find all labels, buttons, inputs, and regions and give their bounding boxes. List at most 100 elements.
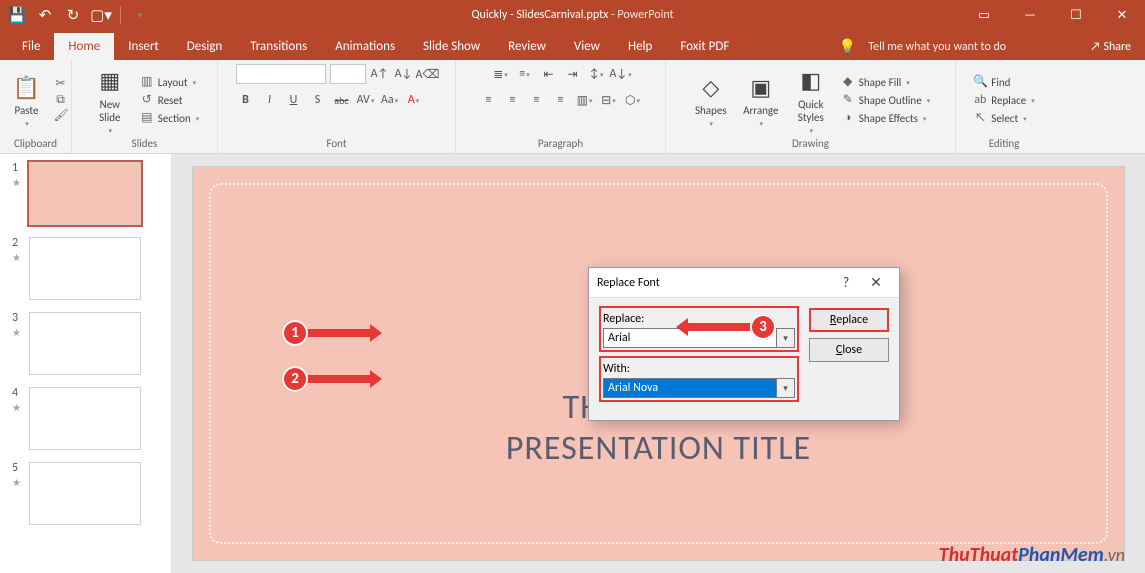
char-spacing-button[interactable]: AV▾ <box>356 90 376 110</box>
slide-stage: THIS IS YOURPRESENTATION TITLE Replace F… <box>172 154 1145 573</box>
quick-styles-button[interactable]: ◧Quick Styles▾ <box>788 66 834 135</box>
dialog-title: Replace Font <box>597 276 831 290</box>
replace-font-dialog: Replace Font ? ✕ Replace: Arial ▾ With: <box>588 267 900 421</box>
thumbnail-slide-3[interactable] <box>29 312 141 375</box>
start-from-beginning-icon[interactable]: ▢▾ <box>90 4 112 26</box>
tab-view[interactable]: View <box>560 33 614 60</box>
reset-button[interactable]: ↺Reset <box>137 92 202 108</box>
replace-button[interactable]: abReplace▾ <box>970 92 1037 108</box>
quick-styles-icon: ◧ <box>800 66 821 96</box>
thumbnail-slide-1[interactable] <box>29 162 141 225</box>
chevron-down-icon[interactable]: ▾ <box>777 328 795 348</box>
tab-review[interactable]: Review <box>494 33 560 60</box>
thumbnail-slide-5[interactable] <box>29 462 141 525</box>
tab-help[interactable]: Help <box>614 33 666 60</box>
shapes-icon: ◇ <box>702 72 719 102</box>
maximize-button[interactable]: ☐ <box>1053 0 1099 30</box>
align-right-icon[interactable]: ≡ <box>527 90 547 110</box>
group-font: A↑ A↓ A⌫ B I U S abc AV▾ Aa▾ A▾ Font <box>218 60 456 153</box>
select-icon: ↖ <box>973 111 987 125</box>
indent-inc-icon[interactable]: ⇥ <box>563 64 583 84</box>
tab-animations[interactable]: Animations <box>321 33 409 60</box>
thumbnail-slide-2[interactable] <box>29 237 141 300</box>
new-slide-button[interactable]: ▦ New Slide▾ <box>87 66 133 135</box>
paste-icon: 📋 <box>13 72 40 102</box>
change-case-button[interactable]: Aa▾ <box>380 90 400 110</box>
shape-effects-button[interactable]: ◑Shape Effects▾ <box>838 110 933 126</box>
font-color-button[interactable]: A▾ <box>404 90 424 110</box>
callout-2: 2 <box>282 366 372 392</box>
paste-button[interactable]: 📋 Paste▾ <box>4 72 50 128</box>
minimize-button[interactable]: — <box>1007 0 1053 30</box>
numbering-icon[interactable]: ≡▾ <box>515 64 535 84</box>
shape-outline-button[interactable]: ✎Shape Outline▾ <box>838 92 933 108</box>
close-button[interactable]: ✕ <box>1099 0 1145 30</box>
copy-icon[interactable]: ⧉ <box>54 93 68 107</box>
format-painter-icon[interactable]: 🖌 <box>54 109 68 123</box>
find-button[interactable]: 🔍Find <box>970 74 1037 90</box>
shapes-button[interactable]: ◇Shapes▾ <box>688 72 734 128</box>
close-icon[interactable]: ✕ <box>861 274 891 291</box>
qat-separator <box>120 6 121 24</box>
redo-icon[interactable]: ↻ <box>62 4 84 26</box>
customize-qat-icon[interactable] <box>129 4 151 26</box>
align-text-icon[interactable]: ⊟▾ <box>599 90 619 110</box>
decrease-font-icon[interactable]: A↓ <box>394 64 414 84</box>
underline-button[interactable]: U <box>284 90 304 110</box>
align-left-icon[interactable]: ≡ <box>479 90 499 110</box>
chevron-down-icon[interactable]: ▾ <box>777 378 795 398</box>
group-editing: 🔍Find abReplace▾ ↖Select▾ Editing <box>956 60 1052 153</box>
outline-icon: ✎ <box>841 93 855 107</box>
tab-transitions[interactable]: Transitions <box>236 33 321 60</box>
section-button[interactable]: ▤Section▾ <box>137 110 202 126</box>
ribbon-tabs: File Home Insert Design Transitions Anim… <box>0 30 1145 60</box>
tab-insert[interactable]: Insert <box>114 33 173 60</box>
section-icon: ▤ <box>140 111 154 125</box>
ribbon-display-options-icon[interactable]: ▭ <box>961 0 1007 30</box>
italic-button[interactable]: I <box>260 90 280 110</box>
select-button[interactable]: ↖Select▾ <box>970 110 1037 126</box>
save-icon[interactable]: 💾 <box>6 4 28 26</box>
columns-icon[interactable]: ▥▾ <box>575 90 595 110</box>
tab-home[interactable]: Home <box>54 33 114 60</box>
font-size-select[interactable] <box>330 64 366 84</box>
text-direction-icon[interactable]: A↓▾ <box>611 64 631 84</box>
justify-icon[interactable]: ≡ <box>551 90 571 110</box>
clear-format-icon[interactable]: A⌫ <box>418 64 438 84</box>
bullets-icon[interactable]: ≣▾ <box>491 64 511 84</box>
thumbnail-slide-4[interactable] <box>29 387 141 450</box>
reset-icon: ↺ <box>140 93 154 107</box>
with-field-group: With: Arial Nova ▾ <box>599 356 799 402</box>
close-action-button[interactable]: Close <box>809 338 889 362</box>
shadow-button[interactable]: S <box>308 90 328 110</box>
tab-file[interactable]: File <box>8 33 54 60</box>
shape-fill-button[interactable]: ◆Shape Fill▾ <box>838 74 933 90</box>
group-drawing: ◇Shapes▾ ▣Arrange▾ ◧Quick Styles▾ ◆Shape… <box>666 60 956 153</box>
replace-action-button[interactable]: Replace <box>809 308 889 332</box>
tab-design[interactable]: Design <box>173 33 236 60</box>
cut-icon[interactable]: ✂ <box>54 77 68 91</box>
smartart-icon[interactable]: ⬡▾ <box>623 90 643 110</box>
window-controls: ▭ — ☐ ✕ <box>961 0 1145 30</box>
undo-icon[interactable]: ↶ <box>34 4 56 26</box>
tell-me-input[interactable]: Tell me what you want to do <box>868 40 1006 54</box>
lightbulb-icon: 💡 <box>839 38 856 55</box>
align-center-icon[interactable]: ≡ <box>503 90 523 110</box>
with-label: With: <box>603 362 795 376</box>
share-button[interactable]: ↗ Share <box>1090 40 1131 54</box>
indent-dec-icon[interactable]: ⇤ <box>539 64 559 84</box>
line-spacing-icon[interactable]: ↕▾ <box>587 64 607 84</box>
with-font-select[interactable]: Arial Nova <box>603 378 777 398</box>
tab-foxit[interactable]: Foxit PDF <box>666 33 743 60</box>
dialog-titlebar[interactable]: Replace Font ? ✕ <box>589 268 899 298</box>
bold-button[interactable]: B <box>236 90 256 110</box>
arrange-button[interactable]: ▣Arrange▾ <box>738 72 784 128</box>
font-name-select[interactable] <box>236 64 326 84</box>
watermark: ThuThuatPhanMem.vn <box>939 543 1125 567</box>
help-icon[interactable]: ? <box>831 274 861 291</box>
group-clipboard: 📋 Paste▾ ✂ ⧉ 🖌 Clipboard <box>0 60 72 153</box>
increase-font-icon[interactable]: A↑ <box>370 64 390 84</box>
strike-button[interactable]: abc <box>332 90 352 110</box>
layout-button[interactable]: ▥Layout▾ <box>137 74 202 90</box>
tab-slideshow[interactable]: Slide Show <box>409 33 494 60</box>
